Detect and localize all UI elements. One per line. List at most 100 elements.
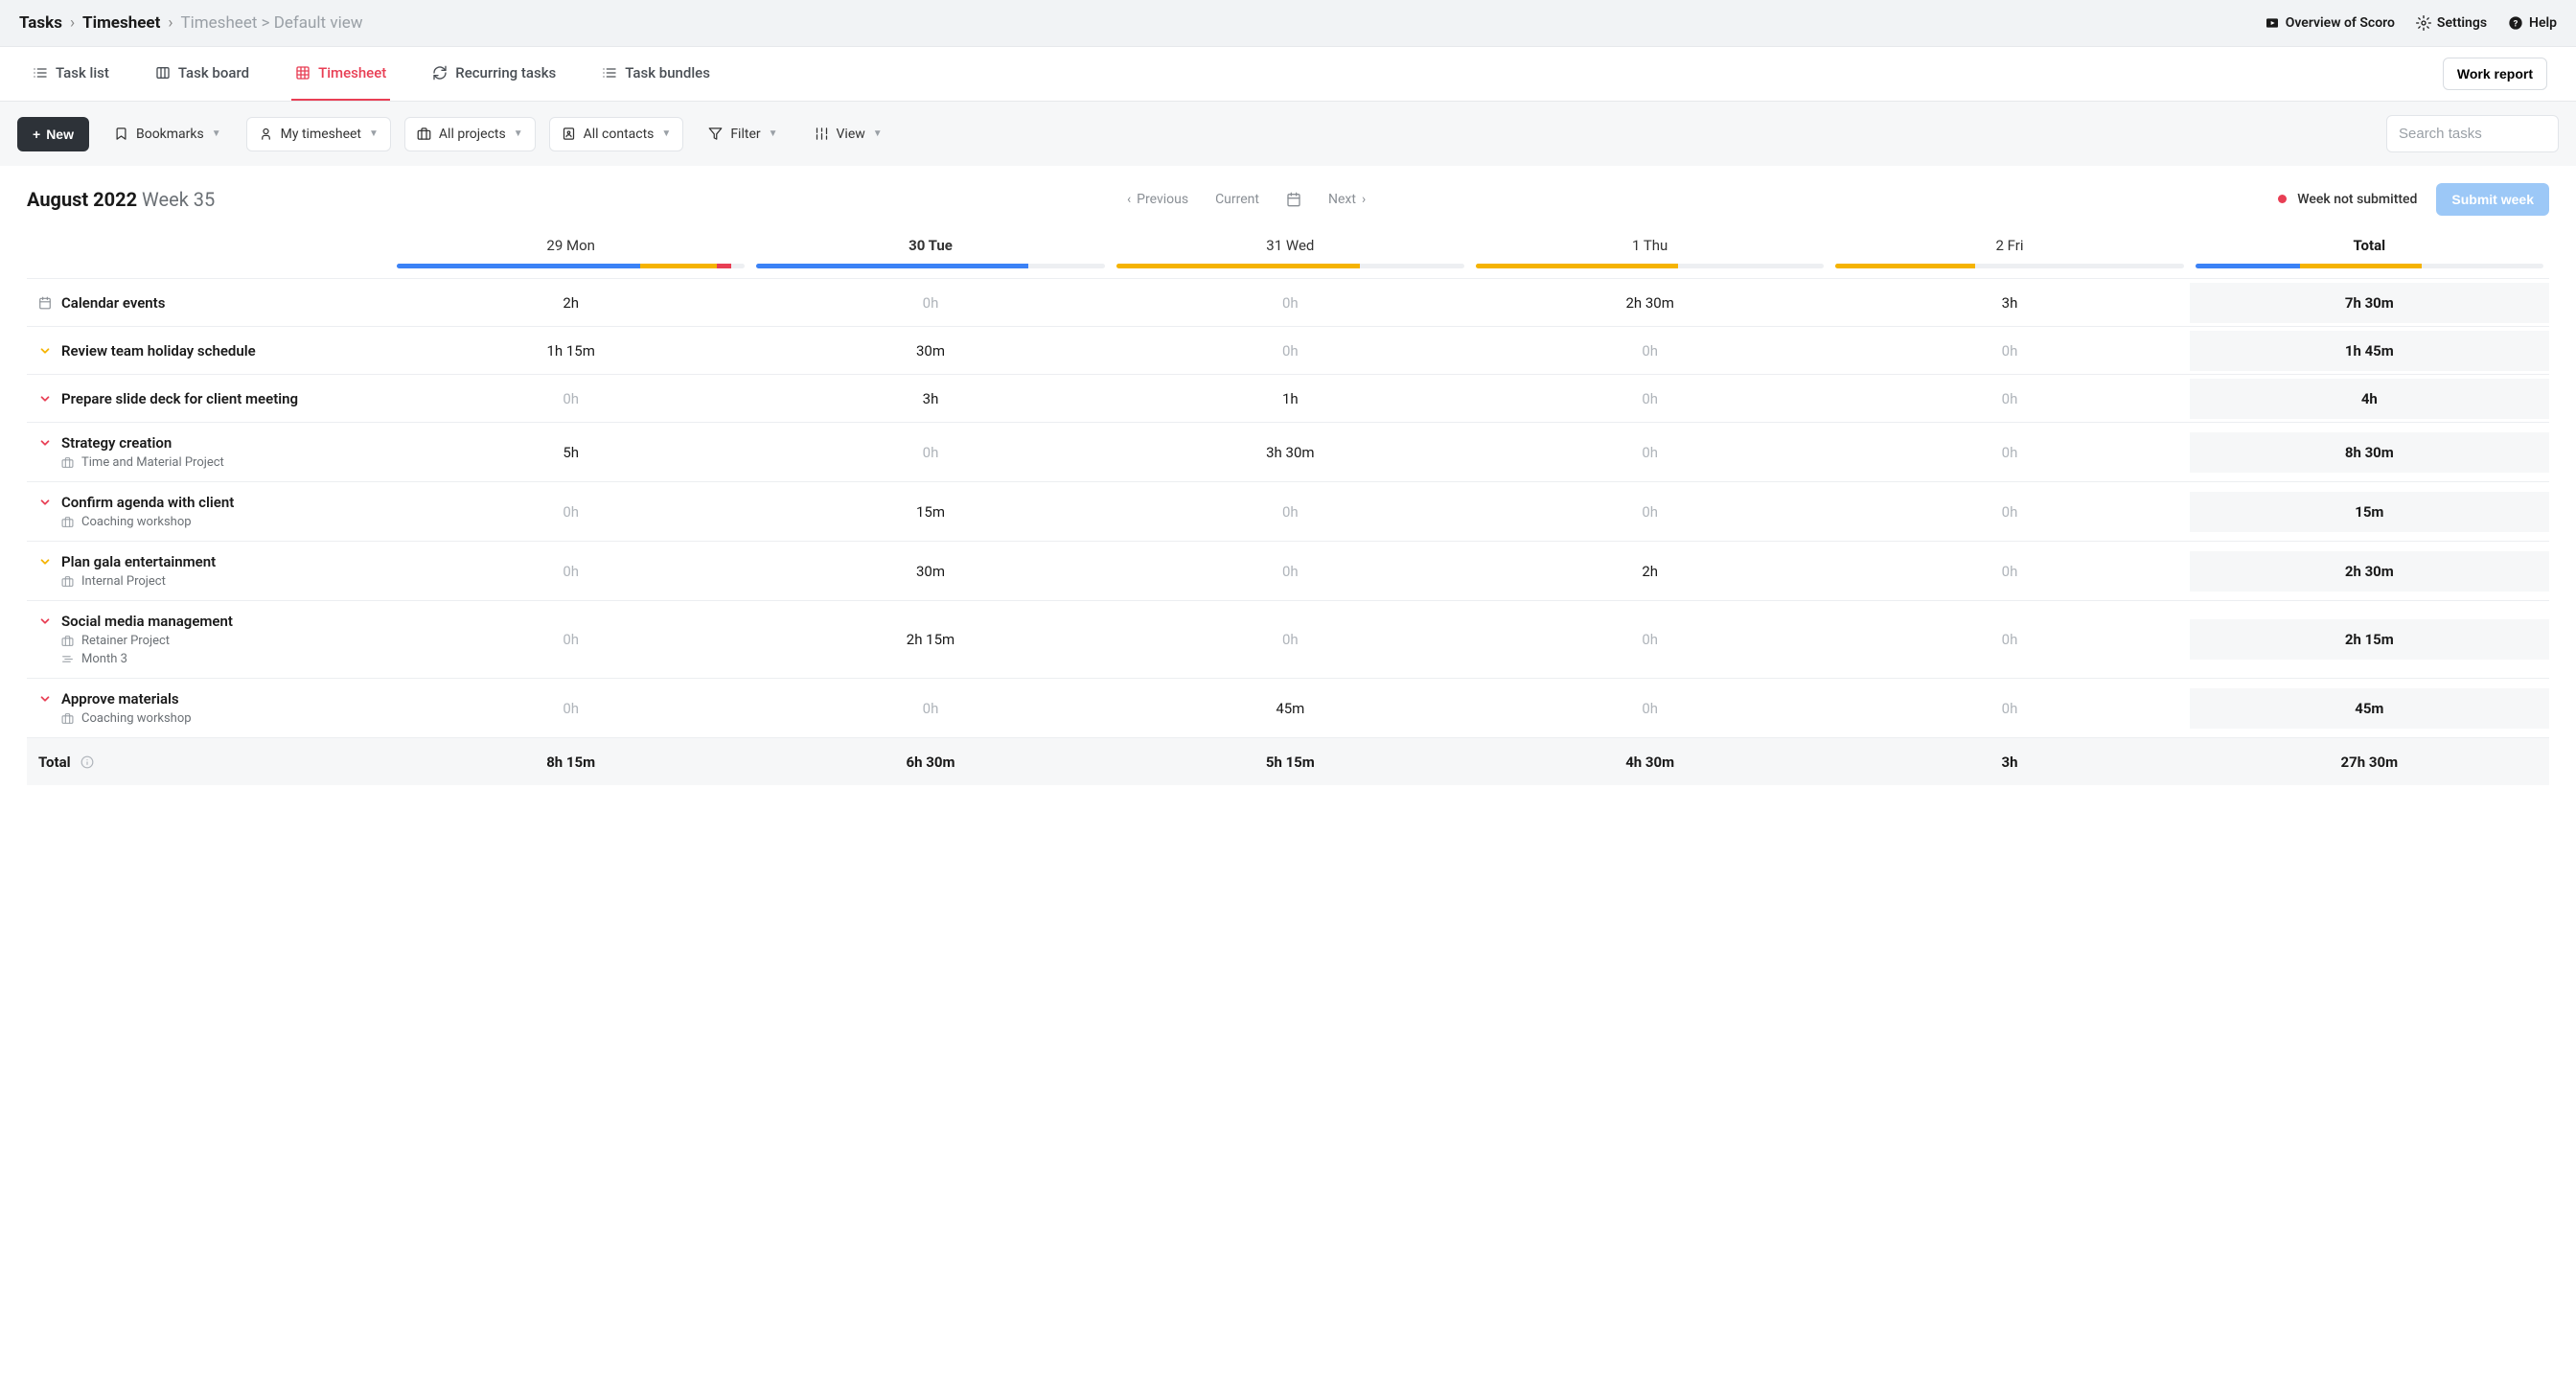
time-cell[interactable]: 0h bbox=[1470, 492, 1829, 532]
period-bar: August 2022 Week 35 ‹ Previous Current N… bbox=[0, 166, 2576, 223]
time-cell[interactable]: 1h 15m bbox=[391, 331, 750, 371]
chevron-down-icon bbox=[38, 692, 52, 706]
task-row-label[interactable]: Plan gala entertainmentInternal Project bbox=[27, 542, 391, 600]
row-total-cell: 1h 45m bbox=[2190, 331, 2549, 371]
task-row-label[interactable]: Strategy creationTime and Material Proje… bbox=[27, 423, 391, 481]
time-cell[interactable]: 2h 15m bbox=[750, 619, 1110, 660]
time-cell[interactable]: 0h bbox=[750, 283, 1110, 323]
total-row-label: Total bbox=[27, 742, 391, 782]
time-cell[interactable]: 0h bbox=[391, 551, 750, 592]
period-month: August 2022 bbox=[27, 188, 137, 211]
time-cell[interactable]: 30m bbox=[750, 331, 1110, 371]
time-cell[interactable]: 0h bbox=[1829, 619, 2189, 660]
time-cell[interactable]: 0h bbox=[1470, 688, 1829, 729]
caret-icon: ▼ bbox=[514, 128, 523, 139]
bookmarks-filter[interactable]: Bookmarks ▼ bbox=[103, 118, 233, 151]
breadcrumb-root[interactable]: Tasks bbox=[19, 13, 62, 33]
time-cell[interactable]: 0h bbox=[391, 619, 750, 660]
time-cell[interactable]: 0h bbox=[391, 379, 750, 419]
time-cell[interactable]: 3h bbox=[1829, 283, 2189, 323]
task-row-label[interactable]: Prepare slide deck for client meeting bbox=[27, 379, 391, 419]
board-icon bbox=[155, 65, 171, 81]
task-row-label[interactable]: Review team holiday schedule bbox=[27, 331, 391, 371]
tab-bundles[interactable]: Task bundles bbox=[598, 47, 714, 101]
day-header-4: 2 Fri bbox=[1829, 237, 2189, 264]
grand-total: 27h 30m bbox=[2190, 742, 2549, 782]
plus-icon: + bbox=[33, 127, 40, 142]
time-cell[interactable]: 0h bbox=[1829, 492, 2189, 532]
submit-week-button[interactable]: Submit week bbox=[2436, 183, 2549, 216]
time-cell[interactable]: 2h 30m bbox=[1470, 283, 1829, 323]
list-icon bbox=[33, 65, 48, 81]
time-cell[interactable]: 3h bbox=[750, 379, 1110, 419]
chevron-down-icon bbox=[38, 436, 52, 450]
all-contacts-filter[interactable]: All contacts ▼ bbox=[549, 117, 684, 151]
my-timesheet-filter[interactable]: My timesheet ▼ bbox=[246, 117, 391, 151]
task-row-label[interactable]: Confirm agenda with clientCoaching works… bbox=[27, 482, 391, 541]
tab-task-board[interactable]: Task board bbox=[151, 47, 253, 101]
time-cell[interactable]: 0h bbox=[1470, 331, 1829, 371]
time-cell[interactable]: 0h bbox=[1111, 331, 1470, 371]
calendar-picker[interactable] bbox=[1286, 192, 1301, 207]
time-cell[interactable]: 2h bbox=[1470, 551, 1829, 592]
view-dropdown[interactable]: View ▼ bbox=[803, 118, 894, 151]
breadcrumb-section[interactable]: Timesheet bbox=[82, 13, 160, 33]
day-bar-2 bbox=[1116, 264, 1464, 268]
time-cell[interactable]: 0h bbox=[1470, 379, 1829, 419]
time-cell[interactable]: 0h bbox=[1829, 432, 2189, 473]
help-link[interactable]: ? Help bbox=[2508, 15, 2557, 31]
time-cell[interactable]: 0h bbox=[1111, 619, 1470, 660]
time-cell[interactable]: 15m bbox=[750, 492, 1110, 532]
task-row-label[interactable]: Calendar events bbox=[27, 283, 391, 323]
task-row: Prepare slide deck for client meeting0h3… bbox=[27, 374, 2549, 422]
time-cell[interactable]: 0h bbox=[391, 688, 750, 729]
work-report-button[interactable]: Work report bbox=[2443, 58, 2547, 90]
filter-dropdown[interactable]: Filter ▼ bbox=[697, 118, 789, 151]
calendar-icon bbox=[1286, 192, 1301, 207]
caret-icon: ▼ bbox=[661, 128, 671, 139]
task-sub: Coaching workshop bbox=[38, 711, 391, 726]
time-cell[interactable]: 0h bbox=[1829, 688, 2189, 729]
time-cell[interactable]: 0h bbox=[1111, 283, 1470, 323]
time-cell[interactable]: 2h bbox=[391, 283, 750, 323]
time-cell[interactable]: 0h bbox=[1829, 379, 2189, 419]
next-button[interactable]: Next › bbox=[1328, 192, 1366, 207]
current-button[interactable]: Current bbox=[1215, 192, 1259, 207]
time-cell[interactable]: 0h bbox=[750, 432, 1110, 473]
time-cell[interactable]: 0h bbox=[1111, 492, 1470, 532]
breadcrumb-sep: › bbox=[70, 13, 75, 33]
time-cell[interactable]: 0h bbox=[1829, 551, 2189, 592]
task-sub-text: Month 3 bbox=[81, 652, 127, 666]
time-cell[interactable]: 0h bbox=[750, 688, 1110, 729]
task-row-label[interactable]: Approve materialsCoaching workshop bbox=[27, 679, 391, 737]
time-cell[interactable]: 30m bbox=[750, 551, 1110, 592]
time-cell[interactable]: 0h bbox=[1470, 619, 1829, 660]
help-icon: ? bbox=[2508, 15, 2523, 31]
breadcrumb-trail[interactable]: Timesheet > Default view bbox=[180, 13, 362, 33]
task-row-label[interactable]: Social media managementRetainer ProjectM… bbox=[27, 601, 391, 678]
previous-button[interactable]: ‹ Previous bbox=[1127, 192, 1188, 207]
briefcase-icon bbox=[61, 712, 74, 725]
help-label: Help bbox=[2529, 15, 2557, 31]
total-cell-0: 8h 15m bbox=[391, 742, 750, 782]
time-cell[interactable]: 45m bbox=[1111, 688, 1470, 729]
time-cell[interactable]: 1h bbox=[1111, 379, 1470, 419]
settings-link[interactable]: Settings bbox=[2416, 15, 2487, 31]
overview-link[interactable]: Overview of Scoro bbox=[2265, 15, 2395, 31]
all-projects-filter[interactable]: All projects ▼ bbox=[404, 117, 536, 151]
time-cell[interactable]: 0h bbox=[1470, 432, 1829, 473]
row-total-cell: 45m bbox=[2190, 688, 2549, 729]
task-row: Approve materialsCoaching workshop0h0h45… bbox=[27, 678, 2549, 737]
time-cell[interactable]: 0h bbox=[1111, 551, 1470, 592]
time-cell[interactable]: 0h bbox=[391, 492, 750, 532]
tab-task-list[interactable]: Task list bbox=[29, 47, 113, 101]
time-cell[interactable]: 0h bbox=[1829, 331, 2189, 371]
new-button[interactable]: + New bbox=[17, 117, 89, 151]
search-input[interactable] bbox=[2386, 115, 2559, 152]
tab-timesheet[interactable]: Timesheet bbox=[291, 47, 390, 101]
day-header-0: 29 Mon bbox=[391, 237, 750, 264]
time-cell[interactable]: 3h 30m bbox=[1111, 432, 1470, 473]
time-cell[interactable]: 5h bbox=[391, 432, 750, 473]
tab-bundles-label: Task bundles bbox=[625, 64, 710, 81]
tab-recurring[interactable]: Recurring tasks bbox=[428, 47, 560, 101]
